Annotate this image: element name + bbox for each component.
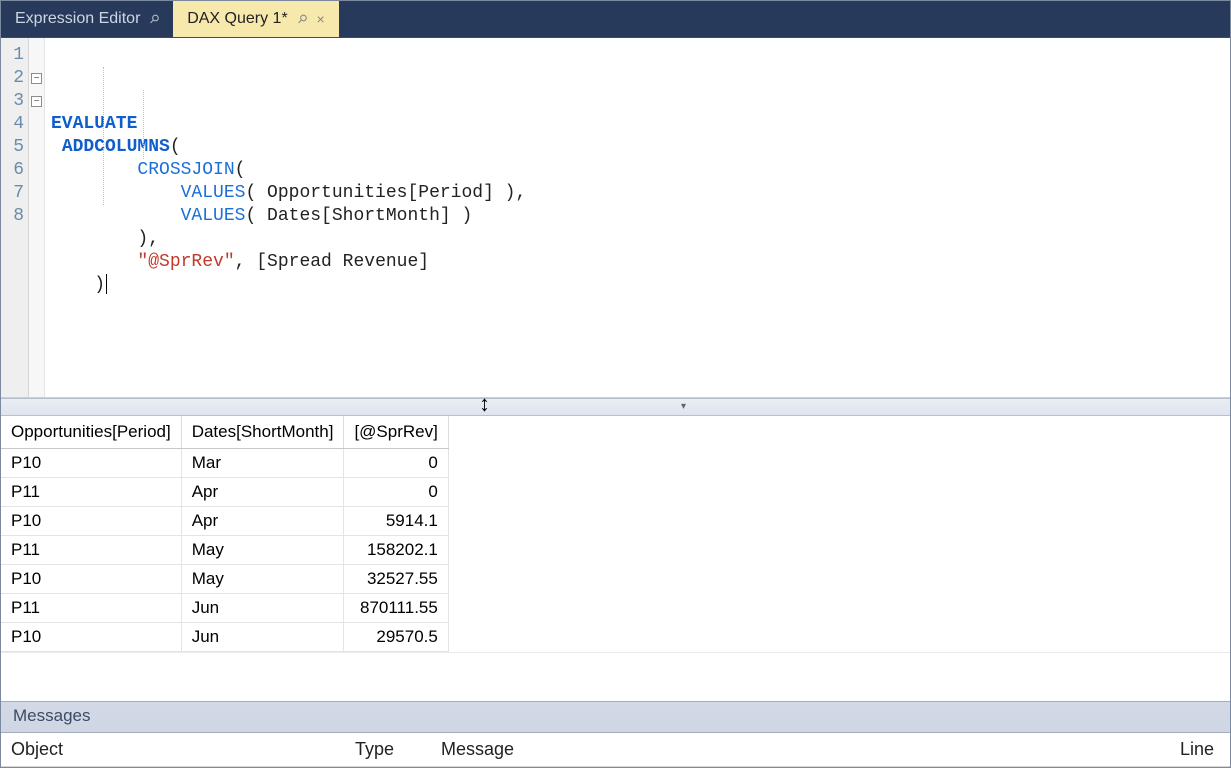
cell-value: 29570.5 (344, 623, 448, 652)
table-row[interactable]: P10Mar0 (1, 449, 448, 478)
messages-panel-header[interactable]: Messages (1, 701, 1230, 733)
text-cursor (106, 274, 107, 294)
fold-gutter: − − (29, 38, 45, 397)
column-type[interactable]: Type (355, 739, 441, 760)
empty-area (1, 652, 1230, 701)
tab-label: DAX Query 1* (187, 10, 287, 28)
cell-value: 0 (344, 449, 448, 478)
tab-expression-editor[interactable]: Expression Editor ⚲ (1, 1, 173, 37)
cell-month: Jun (181, 623, 344, 652)
cell-period: P10 (1, 449, 181, 478)
fold-toggle[interactable]: − (31, 73, 42, 84)
table-row[interactable]: P11May158202.1 (1, 536, 448, 565)
line-number-gutter: 1 2 3 4 5 6 7 8 (1, 38, 29, 397)
tab-bar: Expression Editor ⚲ DAX Query 1* ⚲ × (1, 1, 1230, 38)
table-row[interactable]: P11Jun870111.55 (1, 594, 448, 623)
pin-icon[interactable]: ⚲ (147, 11, 163, 27)
cell-period: P11 (1, 536, 181, 565)
cell-month: Apr (181, 478, 344, 507)
cell-value: 32527.55 (344, 565, 448, 594)
cell-month: Jun (181, 594, 344, 623)
column-line[interactable]: Line (1180, 739, 1220, 760)
messages-columns: Object Type Message Line (1, 733, 1230, 767)
column-header[interactable]: Opportunities[Period] (1, 416, 181, 449)
cell-month: May (181, 536, 344, 565)
table-row[interactable]: P10Jun29570.5 (1, 623, 448, 652)
tab-label: Expression Editor (15, 10, 140, 28)
pin-icon[interactable]: ⚲ (294, 11, 310, 27)
cell-month: Mar (181, 449, 344, 478)
close-icon[interactable]: × (316, 11, 324, 27)
cell-period: P10 (1, 507, 181, 536)
column-message[interactable]: Message (441, 739, 1180, 760)
results-grid[interactable]: Opportunities[Period] Dates[ShortMonth] … (1, 416, 1230, 652)
column-header[interactable]: [@SprRev] (344, 416, 448, 449)
table-row[interactable]: P10May32527.55 (1, 565, 448, 594)
tab-dax-query[interactable]: DAX Query 1* ⚲ × (173, 1, 338, 37)
cell-month: Apr (181, 507, 344, 536)
cell-value: 158202.1 (344, 536, 448, 565)
chevron-down-icon[interactable]: ▾ (681, 401, 686, 412)
cell-period: P10 (1, 565, 181, 594)
code-content[interactable]: EVALUATE ADDCOLUMNS( CROSSJOIN( VALUES( … (45, 38, 1230, 397)
fold-toggle[interactable]: − (31, 96, 42, 107)
column-object[interactable]: Object (11, 739, 355, 760)
cell-period: P10 (1, 623, 181, 652)
table-row[interactable]: P10Apr5914.1 (1, 507, 448, 536)
column-header[interactable]: Dates[ShortMonth] (181, 416, 344, 449)
cell-period: P11 (1, 594, 181, 623)
horizontal-splitter[interactable]: ↕ ▾ (1, 398, 1230, 416)
table-row[interactable]: P11Apr0 (1, 478, 448, 507)
cell-period: P11 (1, 478, 181, 507)
cell-value: 0 (344, 478, 448, 507)
results-header-row: Opportunities[Period] Dates[ShortMonth] … (1, 416, 448, 449)
cell-value: 5914.1 (344, 507, 448, 536)
cell-month: May (181, 565, 344, 594)
code-editor[interactable]: 1 2 3 4 5 6 7 8 − − EVALUATE ADDCOLUMNS(… (1, 38, 1230, 398)
cell-value: 870111.55 (344, 594, 448, 623)
